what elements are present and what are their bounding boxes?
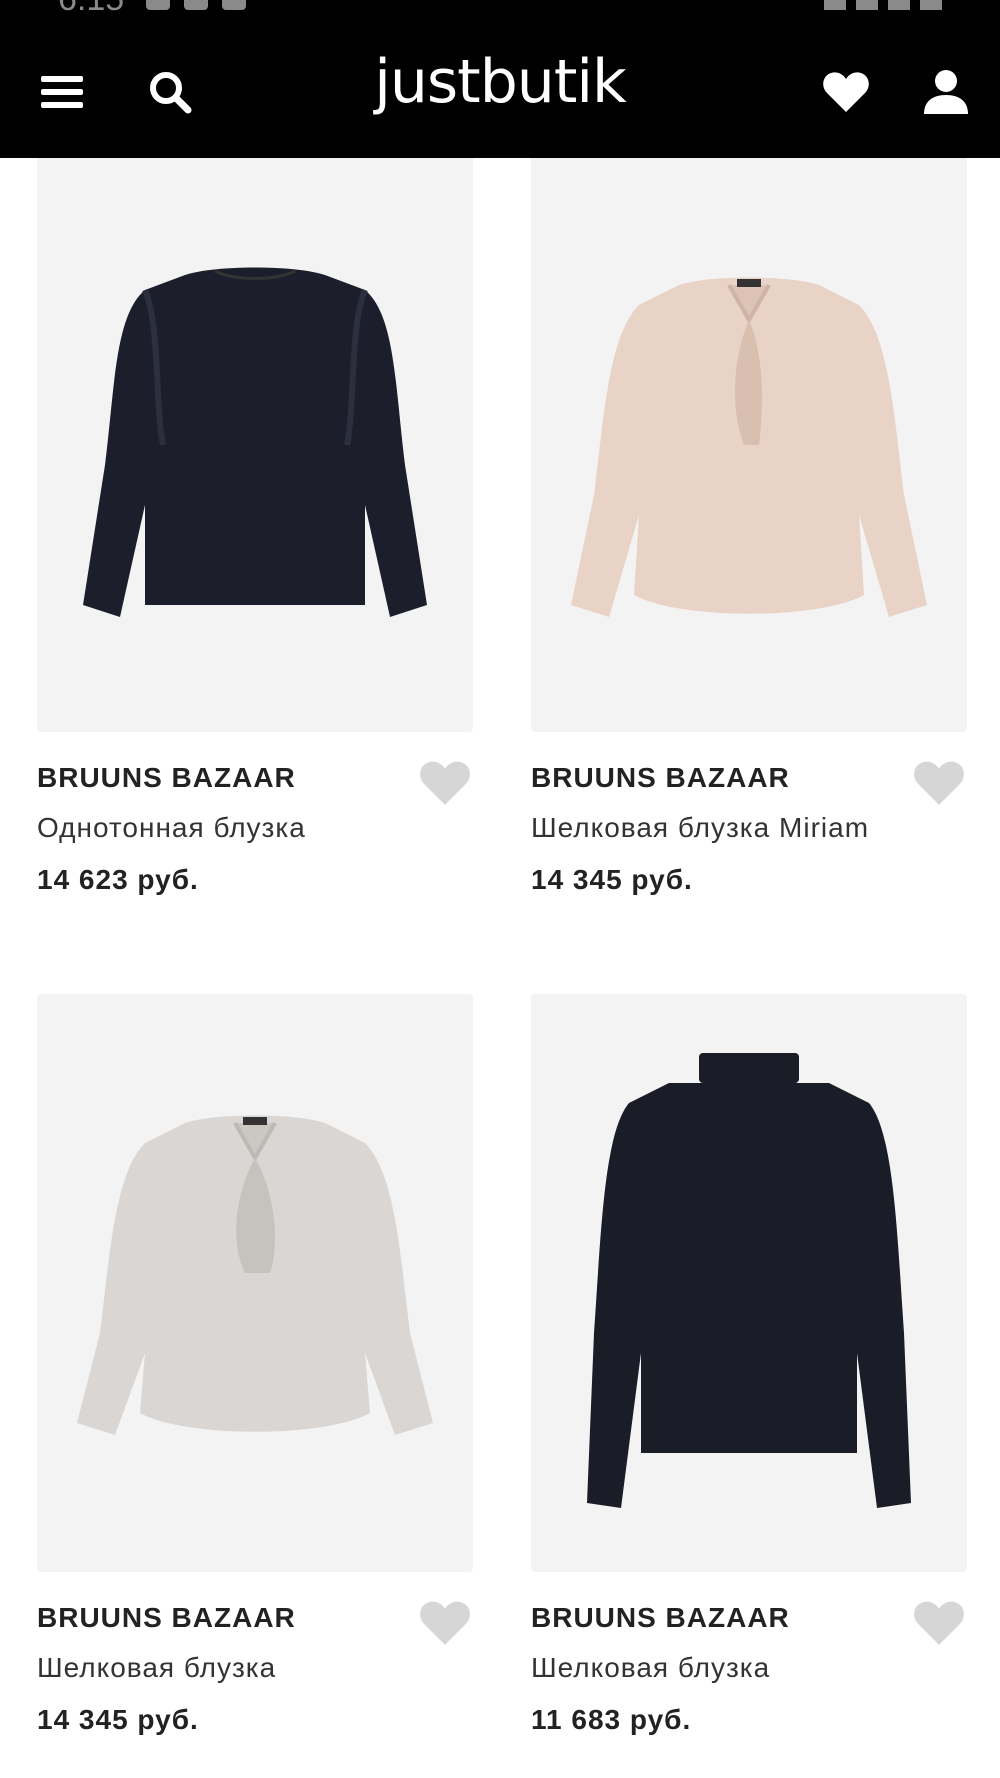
signal-icon [856,0,878,10]
favorites-button[interactable] [822,68,870,116]
product-price: 14 345 руб. [531,864,693,895]
heart-icon [420,1601,470,1645]
product-image[interactable] [37,158,473,732]
bag-notification-icon [222,0,246,10]
product-brand: BRUUNS BAZAAR [531,762,790,793]
signal-icon-2 [888,0,910,10]
product-card[interactable]: BRUUNS BAZAAR Шелковая блузка 14 345 руб… [37,994,473,1735]
status-notification-icons [146,0,246,10]
turtleneck-dark-image [587,1053,911,1508]
product-grid: BRUUNS BAZAAR Однотонная блузка 14 623 р… [0,158,1000,1778]
product-card[interactable]: BRUUNS BAZAAR Шелковая блузка Miriam 14 … [531,158,967,895]
product-name: Однотонная блузка [37,812,306,843]
image-notification-icon [146,0,170,10]
favorite-button[interactable] [911,1598,967,1648]
status-time: 6:15 [58,0,124,14]
app-header: justbutik [0,14,1000,158]
heart-icon [914,1601,964,1645]
heart-icon [420,761,470,805]
product-image[interactable] [531,158,967,732]
product-card[interactable]: BRUUNS BAZAAR Шелковая блузка 11 683 руб… [531,994,967,1735]
heart-icon [914,761,964,805]
search-notification-icon [184,0,208,10]
blouse-silver-image [77,1115,433,1435]
status-bar: 6:15 [0,0,1000,14]
product-price: 11 683 руб. [531,1704,692,1735]
product-brand: BRUUNS BAZAAR [37,762,296,793]
product-name: Шелковая блузка Miriam [531,812,870,843]
product-brand: BRUUNS BAZAAR [37,1602,296,1633]
product-card[interactable]: BRUUNS BAZAAR Однотонная блузка 14 623 р… [37,158,473,895]
product-price: 14 623 руб. [37,864,199,895]
product-name: Шелковая блузка [531,1652,771,1683]
blouse-beige-image [571,277,927,617]
user-icon [924,70,968,114]
battery-icon [920,0,942,10]
product-price: 14 345 руб. [37,1704,199,1735]
favorite-button[interactable] [417,1598,473,1648]
product-image[interactable] [37,994,473,1572]
favorite-button[interactable] [417,758,473,808]
account-button[interactable] [922,68,970,116]
blouse-dark-image [83,267,427,617]
data-transfer-icon [824,0,846,10]
favorite-button[interactable] [911,758,967,808]
status-system-icons [824,0,942,10]
product-brand: BRUUNS BAZAAR [531,1602,790,1633]
product-name: Шелковая блузка [37,1652,277,1683]
heart-icon [823,72,869,112]
product-image[interactable] [531,994,967,1572]
